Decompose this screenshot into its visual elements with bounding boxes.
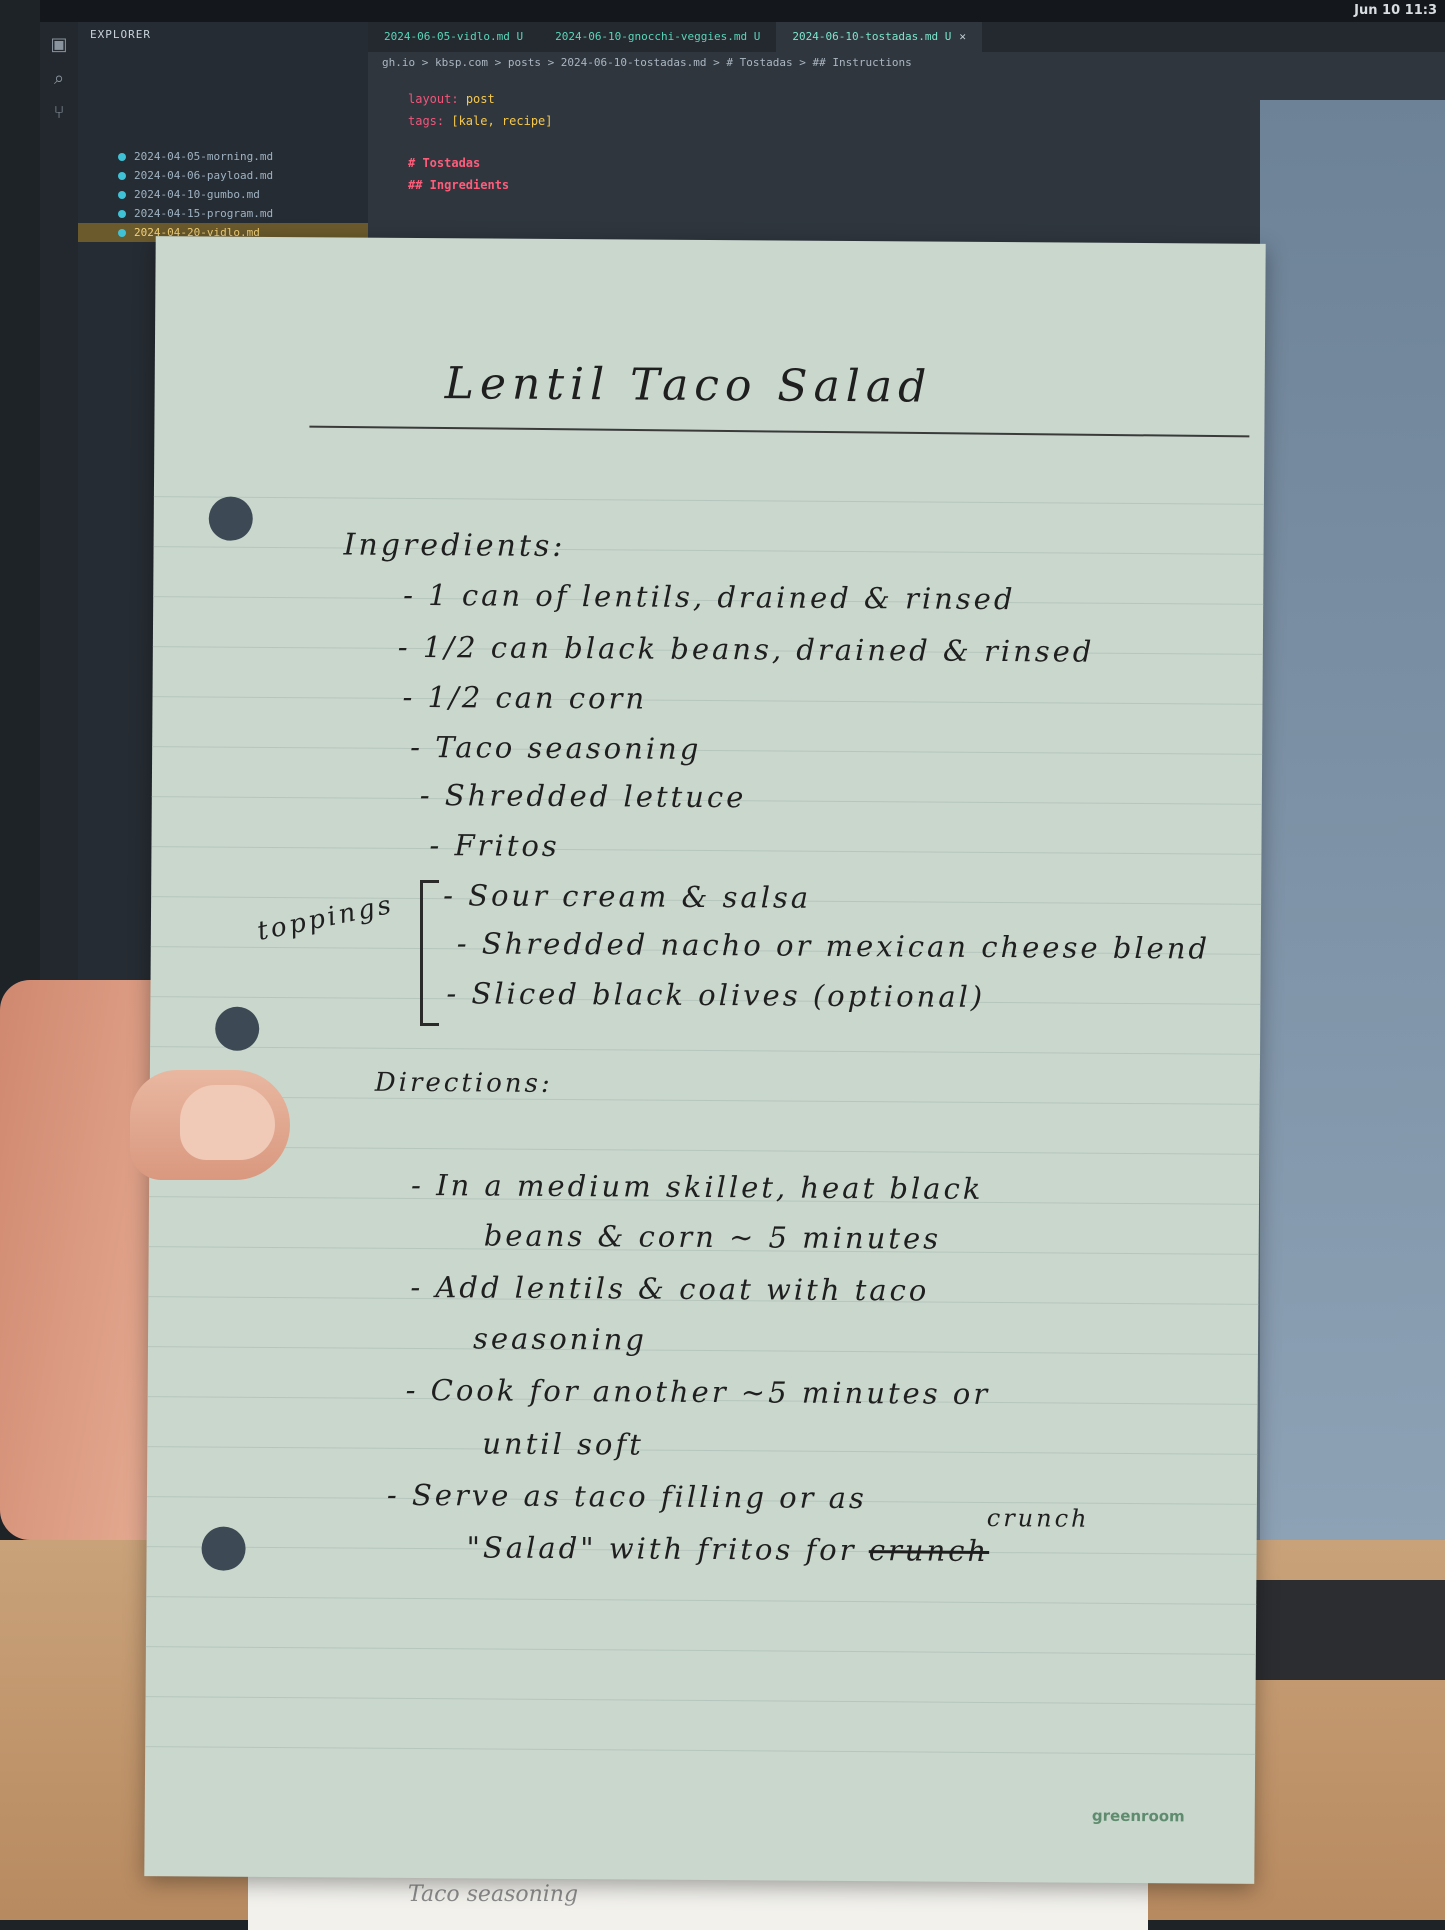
direction-step: - In a medium skillet, heat black (411, 1167, 984, 1206)
under-paper-text: Taco seasoning (408, 1882, 579, 1907)
title-underline (309, 425, 1250, 438)
monitor-backlight (1260, 100, 1445, 1550)
menubar: Jun 10 11:3 (40, 0, 1445, 22)
files-icon[interactable]: ▣ (48, 34, 70, 56)
tree-item[interactable]: 2024-04-05-morning.md (78, 147, 368, 166)
menubar-clock: Jun 10 11:3 (1354, 3, 1437, 18)
topping-item: - Sour cream & salsa (443, 878, 812, 915)
directions-heading: Directions: (374, 1067, 553, 1099)
ingredient-item: - Taco seasoning (410, 729, 702, 766)
editor-tab[interactable]: 2024-06-05-vidlo.md U (368, 22, 539, 52)
recipe-title: Lentil Taco Salad (444, 358, 933, 413)
file-dot-icon (118, 228, 126, 237)
note-paper: Lentil Taco Salad Ingredients: - 1 can o… (144, 236, 1266, 1884)
topping-item: - Sliced black olives (optional) (446, 976, 986, 1014)
topping-item: - Shredded nacho or mexican cheese blend (456, 926, 1211, 966)
direction-step: - Serve as taco filling or as (386, 1477, 868, 1516)
ingredient-item: - 1/2 can corn (402, 679, 648, 716)
direction-step: - Cook for another ~5 minutes or (405, 1372, 991, 1411)
ingredient-item: - 1/2 can black beans, drained & rinsed (397, 629, 1095, 669)
correction-above: crunch (986, 1503, 1090, 1533)
explorer-header: EXPLORER (90, 28, 151, 41)
tree-item[interactable]: 2024-04-10-gumbo.md (78, 185, 368, 204)
editor-tab-active[interactable]: 2024-06-10-tostadas.md U ✕ (776, 22, 982, 52)
file-dot-icon (118, 171, 126, 180)
file-dot-icon (118, 190, 126, 199)
direction-step-cont: "Salad" with fritos for crunch (466, 1530, 990, 1568)
code-line: layout: post (408, 92, 495, 106)
direction-step-cont: beans & corn ~ 5 minutes (483, 1218, 942, 1256)
direction-step-cont: seasoning (472, 1321, 648, 1357)
source-control-icon[interactable]: ⑂ (48, 102, 70, 124)
file-dot-icon (118, 152, 126, 161)
file-dot-icon (118, 209, 126, 218)
search-icon[interactable]: ⌕ (48, 68, 70, 90)
direction-step-cont: until soft (482, 1426, 644, 1462)
thumbnail (180, 1085, 275, 1160)
tree-item[interactable]: 2024-04-15-program.md (78, 204, 368, 223)
direction-step: - Add lentils & coat with taco (410, 1269, 930, 1308)
binder-hole (215, 1006, 260, 1051)
close-icon[interactable]: ✕ (959, 30, 966, 43)
brand-logo: greenroom (1091, 1806, 1185, 1826)
monitor-stand (1240, 1580, 1445, 1680)
editor-tabs: 2024-06-05-vidlo.md U 2024-06-10-gnocchi… (368, 22, 1445, 52)
toppings-bracket (420, 880, 439, 1026)
code-heading: # Tostadas (408, 156, 481, 170)
breadcrumb: gh.io > kbsp.com > posts > 2024-06-10-to… (382, 56, 912, 69)
binder-hole (208, 496, 253, 541)
ingredients-heading: Ingredients: (343, 527, 566, 565)
ingredient-item: - Fritos (429, 828, 560, 863)
editor-tab[interactable]: 2024-06-10-gnocchi-veggies.md U (539, 22, 776, 52)
code-line: tags: [kale, recipe] (408, 114, 553, 128)
tree-item[interactable]: 2024-04-06-payload.md (78, 166, 368, 185)
activity-bar: ▣ ⌕ ⑂ (40, 22, 78, 1022)
crossed-out-word: crunch (868, 1533, 990, 1568)
ingredient-item: - 1 can of lentils, drained & rinsed (403, 577, 1016, 617)
code-heading: ## Ingredients (408, 178, 510, 192)
ingredient-item: - Shredded lettuce (419, 778, 747, 815)
binder-hole (201, 1526, 246, 1571)
